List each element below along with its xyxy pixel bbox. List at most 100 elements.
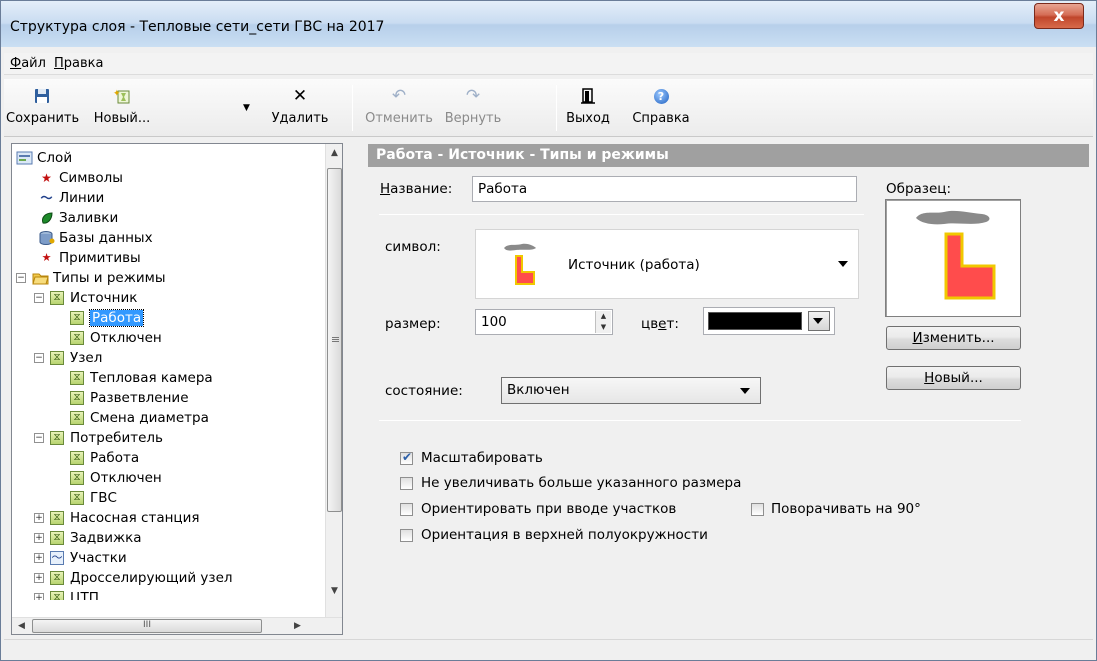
close-button[interactable]: x xyxy=(1034,3,1084,29)
symbol-select[interactable]: Источник (работа) xyxy=(475,229,859,299)
chevron-down-icon[interactable] xyxy=(838,261,848,267)
scale-checkbox[interactable] xyxy=(400,450,413,465)
tree-item-source[interactable]: − ⧖ Источник xyxy=(34,288,137,308)
tree-item-valve[interactable]: + ⧖ Задвижка xyxy=(34,528,142,548)
expand-icon[interactable]: + xyxy=(34,573,44,583)
state-select[interactable]: Включен xyxy=(501,377,761,404)
tree-item-lines[interactable]: 〜 Линии xyxy=(38,188,104,208)
tree-horizontal-scrollbar[interactable]: ◀ III ▶ xyxy=(12,617,342,634)
spin-down-icon[interactable]: ▼ xyxy=(596,322,611,333)
line-type-icon: 〜 xyxy=(50,551,64,565)
expand-icon[interactable]: + xyxy=(34,553,44,563)
redo-button[interactable]: ↷ Вернуть xyxy=(438,83,508,133)
folder-icon xyxy=(32,271,49,285)
tree-item-primitives[interactable]: ★ Примитивы xyxy=(38,248,141,268)
rotate-90-checkbox[interactable] xyxy=(751,503,764,516)
tree-item-pump-station[interactable]: + ⧖ Насосная станция xyxy=(34,508,200,528)
tree-item-diameter-change[interactable]: ⧖ Смена диаметра xyxy=(70,408,209,428)
source-symbol-large-icon xyxy=(916,210,996,300)
menu-edit[interactable]: Правка xyxy=(54,56,103,71)
change-button[interactable]: Изменить... xyxy=(886,326,1021,350)
divider xyxy=(379,214,864,215)
collapse-icon[interactable]: − xyxy=(34,293,44,303)
hourglass-icon: ⧖ xyxy=(50,591,64,600)
scroll-down-icon[interactable]: ▼ xyxy=(327,584,342,599)
size-label: размер: xyxy=(385,316,441,332)
horizontal-scroll-thumb[interactable]: III xyxy=(32,619,262,633)
tree-item-databases[interactable]: Базы данных xyxy=(38,228,153,248)
expand-icon[interactable]: + xyxy=(34,513,44,523)
exit-door-icon xyxy=(560,83,616,109)
scale-label: Масштабировать xyxy=(421,450,543,466)
scroll-left-icon[interactable]: ◀ xyxy=(14,619,29,634)
undo-button[interactable]: ↶ Отменить xyxy=(364,83,434,133)
exit-button[interactable]: Выход xyxy=(560,83,616,133)
tree-item-throttle-node[interactable]: + ⧖ Дросселирующий узел xyxy=(34,568,233,588)
tree-item-consumer-work[interactable]: ⧖ Работа xyxy=(70,448,139,468)
tree-item-source-off[interactable]: ⧖ Отключен xyxy=(70,328,162,348)
tree-vertical-scrollbar[interactable]: ▲ ▼ xyxy=(325,144,342,617)
menu-file[interactable]: Файл xyxy=(10,56,46,71)
hourglass-icon: ⧖ xyxy=(50,571,64,585)
hourglass-icon: ⧖ xyxy=(50,351,64,365)
hourglass-icon: ⧖ xyxy=(70,451,84,465)
close-icon: x xyxy=(1053,6,1065,26)
color-swatch xyxy=(708,312,802,330)
spin-up-icon[interactable]: ▲ xyxy=(596,311,611,322)
sample-preview xyxy=(885,199,1021,317)
collapse-icon[interactable]: − xyxy=(34,353,44,363)
vertical-scroll-thumb[interactable] xyxy=(327,168,342,512)
wave-line-icon: 〜 xyxy=(40,191,53,205)
tree-item-consumer[interactable]: − ⧖ Потребитель xyxy=(34,428,163,448)
tree-item-consumer-off[interactable]: ⧖ Отключен xyxy=(70,468,162,488)
symbol-label: символ: xyxy=(385,239,441,255)
orient-on-input-checkbox[interactable] xyxy=(400,503,413,516)
tree-item-fills[interactable]: Заливки xyxy=(38,208,118,228)
tree-item-gvs[interactable]: ⧖ ГВС xyxy=(70,488,117,508)
scroll-right-icon[interactable]: ▶ xyxy=(290,619,305,634)
new-button[interactable]: ✦ Новый... xyxy=(82,83,162,133)
delete-button[interactable]: ✕ Удалить xyxy=(260,83,340,133)
collapse-icon[interactable]: − xyxy=(34,433,44,443)
color-dropdown-button[interactable] xyxy=(808,311,830,331)
expand-icon[interactable]: + xyxy=(34,533,44,543)
tree-item-ctp[interactable]: + ⧖ ЦТП xyxy=(34,588,99,600)
fill-leaf-icon xyxy=(38,211,55,225)
tree-item-branching[interactable]: ⧖ Разветвление xyxy=(70,388,189,408)
redo-icon: ↷ xyxy=(465,86,481,106)
save-button[interactable]: Сохранить xyxy=(6,83,79,133)
no-enlarge-label: Не увеличивать больше указанного размера xyxy=(421,475,742,491)
hourglass-icon: ⧖ xyxy=(70,411,84,425)
tree-item-node[interactable]: − ⧖ Узел xyxy=(34,348,102,368)
layer-structure-window: Структура слоя - Тепловые сети_сети ГВС … xyxy=(0,0,1097,661)
upper-semicircle-checkbox[interactable] xyxy=(400,529,413,542)
scroll-up-icon[interactable]: ▲ xyxy=(327,146,342,161)
tree-item-sections[interactable]: + 〜 Участки xyxy=(34,548,127,568)
floppy-disk-icon xyxy=(6,83,78,109)
name-input[interactable]: Работа xyxy=(472,176,857,202)
database-icon xyxy=(38,231,55,246)
chevron-down-icon xyxy=(813,318,823,324)
chevron-down-icon xyxy=(740,387,750,394)
tree-item-source-work[interactable]: ⧖ Работа xyxy=(70,308,145,328)
expand-icon[interactable]: + xyxy=(34,593,44,600)
hourglass-icon: ⧖ xyxy=(50,431,64,445)
layer-tree[interactable]: Слой ★ Символы 〜 Линии Заливки Базы данных… xyxy=(11,143,343,635)
star-icon: ★ xyxy=(41,171,52,185)
tree-item-types-modes[interactable]: − Типы и режимы xyxy=(16,268,166,288)
tree-item-layer[interactable]: Слой xyxy=(16,148,72,168)
primitives-icon: ★ xyxy=(41,251,52,264)
help-button[interactable]: ? Справка xyxy=(620,83,702,133)
hourglass-icon: ⧖ xyxy=(50,291,64,305)
collapse-icon[interactable]: − xyxy=(16,273,26,283)
color-picker[interactable] xyxy=(703,307,835,335)
new-symbol-button[interactable]: Новый... xyxy=(886,366,1021,390)
tree-item-heat-chamber[interactable]: ⧖ Тепловая камера xyxy=(70,368,213,388)
title-bar[interactable]: Структура слоя - Тепловые сети_сети ГВС … xyxy=(1,1,1096,47)
orient-on-input-label: Ориентировать при вводе участков xyxy=(421,501,677,517)
size-stepper[interactable]: 100 ▲ ▼ xyxy=(475,309,613,335)
no-enlarge-checkbox[interactable] xyxy=(400,477,413,490)
tree-item-symbols[interactable]: ★ Символы xyxy=(38,168,123,188)
undo-icon: ↶ xyxy=(391,86,407,106)
new-dropdown-arrow-icon[interactable]: ▼ xyxy=(243,103,250,113)
